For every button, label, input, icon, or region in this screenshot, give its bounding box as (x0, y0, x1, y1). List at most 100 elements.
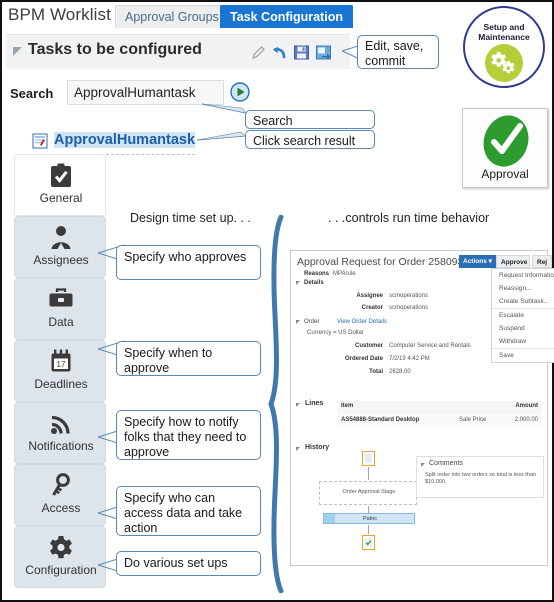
comments-disclosure-icon[interactable] (421, 463, 425, 467)
callout-leader-click-result (197, 131, 246, 141)
callout-access: Specify who can access data and take act… (116, 486, 261, 536)
human-task-icon (32, 133, 48, 149)
callout-deadlines: Specify when to approve (116, 341, 261, 376)
reject-button[interactable]: Rej (532, 255, 552, 268)
clipboard-check-icon (15, 163, 107, 189)
section-title: Tasks to be configured (28, 41, 202, 58)
annotation-run-time: . . .controls run time behavior (328, 211, 490, 225)
flow-participant-box: Patric (323, 513, 415, 524)
history-disclosure-icon[interactable] (296, 447, 300, 451)
menu-item-create-subtask[interactable]: Create Subtask... (492, 295, 554, 308)
menu-item-suspend[interactable]: Suspend (492, 322, 554, 335)
rail-tab-notifications[interactable]: Notifications (14, 402, 106, 464)
gears-icon (485, 44, 523, 82)
tab-task-configuration[interactable]: Task Configuration (220, 5, 353, 28)
play-search-icon[interactable] (230, 82, 250, 102)
history-section-header: History (305, 444, 330, 451)
assignee-label: Assignee (356, 293, 383, 299)
callout-leader-search (202, 103, 247, 114)
rail-tab-label: Access (41, 501, 81, 515)
actions-dropdown-menu[interactable]: Request Information... Reassign... Creat… (491, 268, 554, 363)
callout-edit-save-commit: Edit, save, commit (357, 35, 439, 69)
comments-box: Comments Split order into two orders so … (416, 456, 544, 498)
menu-item-save[interactable]: Save (492, 348, 554, 362)
rail-tab-access[interactable]: Access (14, 464, 106, 526)
search-label: Search (10, 86, 54, 101)
callout-search: Search (245, 110, 375, 129)
key-icon (15, 473, 107, 499)
undo-icon[interactable] (271, 44, 288, 61)
tab-approval-groups[interactable]: Approval Groups (115, 5, 229, 28)
reasons-label: Reasons (303, 271, 329, 277)
currency-value: Currency = US Dollar (307, 330, 364, 336)
svg-text:17: 17 (57, 360, 66, 369)
reasons-value: MPArule (333, 271, 356, 277)
order-section-header: Order (304, 319, 320, 325)
gear-icon (15, 535, 107, 561)
flow-stage-label: Order Approval Stage (342, 489, 396, 495)
approve-button[interactable]: Approve (496, 255, 530, 268)
lines-section-header: Lines (305, 400, 324, 407)
lines-table-row: AS54888-Standard Desktop Sale Price 2,00… (337, 413, 542, 427)
save-icon[interactable] (293, 44, 310, 61)
collapse-triangle-icon[interactable] (13, 47, 22, 56)
edit-pencil-icon[interactable] (250, 44, 267, 61)
vertical-brace-divider (268, 215, 284, 593)
commit-icon[interactable] (315, 44, 332, 61)
total-value: 2628.00 (389, 369, 411, 375)
line-item-price-label: Sale Price (459, 417, 487, 423)
actions-button[interactable]: Actions ▾ (459, 255, 496, 268)
lines-col-amount: Amount (515, 403, 538, 409)
app-title: BPM Worklist (8, 5, 111, 24)
details-section-header: Details (304, 280, 324, 286)
rail-tab-deadlines[interactable]: 17 Deadlines (14, 340, 106, 402)
view-order-details-link[interactable]: View Order Details (337, 319, 387, 325)
menu-item-reassign[interactable]: Reassign... (492, 282, 554, 295)
search-result-link[interactable]: ApprovalHumantask (54, 132, 196, 148)
customer-label: Customer (354, 343, 383, 349)
total-label: Total (369, 369, 383, 375)
menu-item-withdraw[interactable]: Withdraw (492, 335, 554, 348)
ordered-date-value: 7/2/19 4:42 PM (389, 356, 430, 362)
approval-badge[interactable]: Approval (462, 108, 548, 188)
rail-tab-label: Notifications (28, 439, 94, 453)
callout-notifications: Specify how to notify folks that they ne… (116, 410, 261, 460)
briefcase-icon (15, 287, 107, 313)
rail-tab-label: General (39, 191, 83, 205)
search-input[interactable] (67, 80, 224, 105)
creator-label: Creator (361, 305, 383, 311)
lines-disclosure-icon[interactable] (296, 403, 300, 407)
details-disclosure-icon[interactable] (296, 281, 300, 285)
setup-and-maintenance-badge[interactable]: Setup and Maintenance (463, 6, 545, 88)
annotation-design-time: Design time set up. . . (130, 211, 251, 225)
callout-configuration: Do various set ups (116, 551, 261, 576)
creator-value: scmoperations (389, 305, 429, 311)
rail-tab-label: Deadlines (34, 377, 88, 391)
line-item-name: AS54888-Standard Desktop (341, 417, 420, 423)
rail-tab-general[interactable]: General (14, 154, 106, 216)
menu-item-escalate[interactable]: Escalate (492, 308, 554, 322)
line-item-amount: 2,000.00 (514, 417, 538, 423)
rail-tab-label: Data (48, 315, 74, 329)
rail-tab-data[interactable]: Data (14, 278, 106, 340)
rail-tab-assignees[interactable]: Assignees (14, 216, 106, 278)
calendar-icon: 17 (15, 349, 107, 375)
callout-assignees: Specify who approves (116, 245, 261, 280)
flow-stage-box: Order Approval Stage (319, 481, 417, 505)
flow-connector (368, 467, 369, 480)
comments-title: Comments (429, 460, 463, 467)
green-check-icon (483, 115, 529, 167)
setup-badge-line2: Maintenance (478, 32, 530, 42)
ordered-date-label: Ordered Date (344, 356, 383, 362)
setup-badge-line1: Setup and (483, 22, 525, 32)
actions-button-label: Actions (463, 258, 487, 265)
order-disclosure-icon[interactable] (296, 320, 300, 324)
menu-item-request-information[interactable]: Request Information... (492, 269, 554, 282)
rail-tab-configuration[interactable]: Configuration (14, 526, 106, 588)
screenshot-root: BPM Worklist Approval Groups Task Config… (0, 0, 554, 602)
flow-participant-label: Patric (362, 516, 378, 522)
flow-connector (368, 525, 369, 534)
flow-end-clipboard-icon (362, 535, 375, 550)
left-tab-rail: General Assignees Data 17 Deadlines Noti… (6, 154, 107, 600)
lines-col-item: Item (341, 403, 354, 409)
